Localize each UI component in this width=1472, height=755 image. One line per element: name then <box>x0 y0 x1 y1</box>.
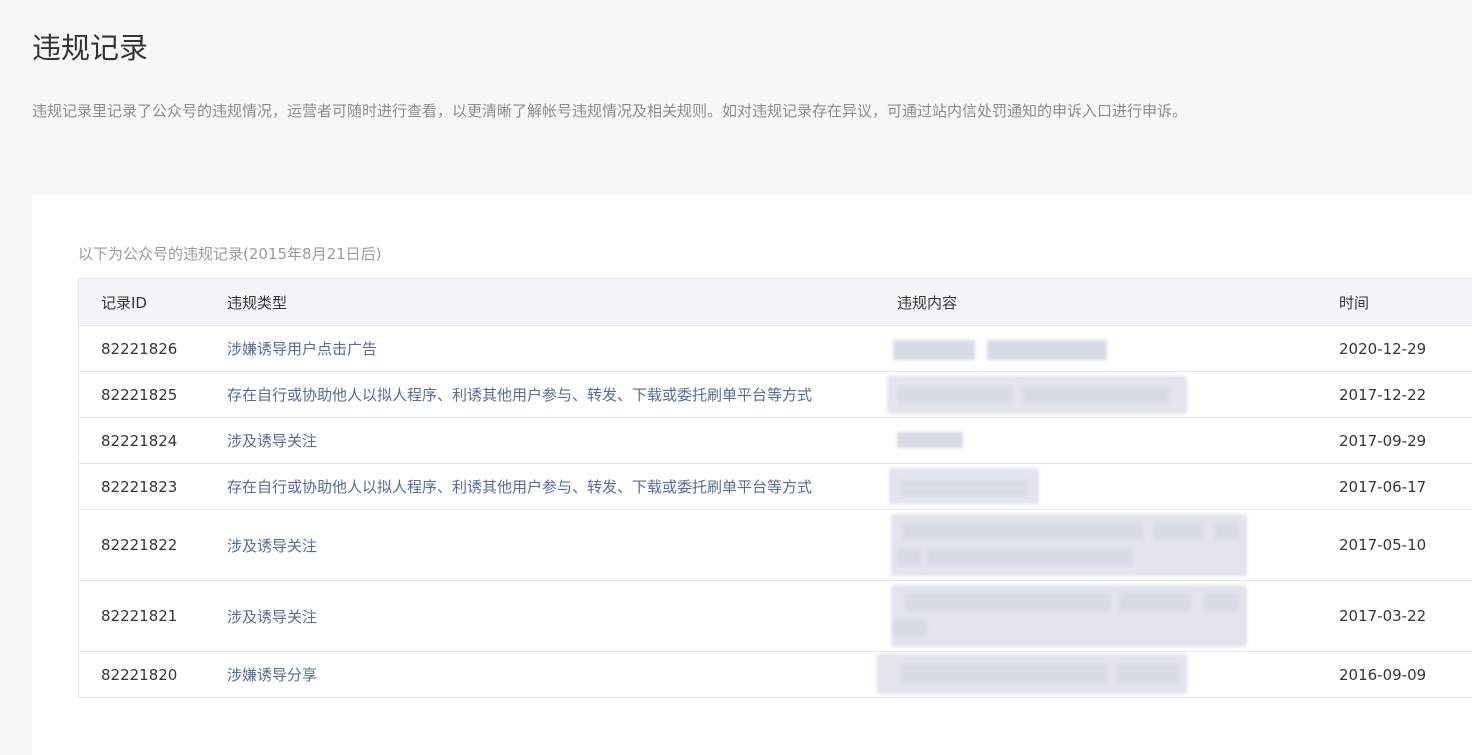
violation-content-redacted <box>877 652 1317 697</box>
record-id: 82221822 <box>101 536 178 554</box>
table-row: 82221820 涉嫌诱导分享 2016-09-09 <box>79 652 1472 697</box>
violation-type-link[interactable]: 涉及诱导关注 <box>203 430 897 451</box>
table-row: 82221826 涉嫌诱导用户点击广告 2020-12-29 <box>79 326 1472 372</box>
record-id: 82221824 <box>101 431 178 450</box>
table-row: 82221822 涉及诱导关注 2017-05-10 <box>79 510 1472 581</box>
violation-type-link[interactable]: 涉及诱导关注 <box>203 535 897 556</box>
record-id: 82221825 <box>101 385 178 404</box>
table-row: 82221821 涉及诱导关注 2017-03-22 <box>79 581 1472 652</box>
violation-type-link[interactable]: 存在自行或协助他人以拟人程序、利诱其他用户参与、转发、下载或委托刷单平台等方式 <box>203 384 897 405</box>
record-time: 2017-03-22 <box>1339 607 1427 625</box>
table-row: 82221824 涉及诱导关注 2017-09-29 <box>79 418 1472 464</box>
table-row: 82221825 存在自行或协助他人以拟人程序、利诱其他用户参与、转发、下载或委… <box>79 372 1472 418</box>
violation-type-link[interactable]: 存在自行或协助他人以拟人程序、利诱其他用户参与、转发、下载或委托刷单平台等方式 <box>203 476 897 497</box>
record-id: 82221821 <box>101 607 178 625</box>
header-type: 违规类型 <box>227 293 288 312</box>
violation-type-link[interactable]: 涉嫌诱导分享 <box>203 664 897 685</box>
violation-type-link[interactable]: 涉及诱导关注 <box>203 606 897 627</box>
record-time: 2017-12-22 <box>1339 385 1427 404</box>
violation-content-redacted <box>897 418 1317 463</box>
record-time: 2017-09-29 <box>1339 431 1427 450</box>
record-id: 82221826 <box>101 339 178 358</box>
records-card: 以下为公众号的违规记录(2015年8月21日后) 记录ID 违规类型 违规内容 … <box>32 195 1472 755</box>
header-content: 违规内容 <box>897 293 958 312</box>
record-time: 2017-06-17 <box>1339 477 1427 496</box>
record-id: 82221820 <box>101 665 178 684</box>
record-id: 82221823 <box>101 477 178 496</box>
record-time: 2017-05-10 <box>1339 536 1427 554</box>
violation-content-redacted <box>891 510 1317 580</box>
header-id: 记录ID <box>101 293 147 312</box>
table-row: 82221823 存在自行或协助他人以拟人程序、利诱其他用户参与、转发、下载或委… <box>79 464 1472 510</box>
violation-content-redacted <box>893 326 1317 371</box>
header-time: 时间 <box>1339 293 1370 312</box>
violation-table: 记录ID 违规类型 违规内容 时间 82221826 涉嫌诱导用户点击广告 20… <box>78 278 1472 698</box>
violation-content-redacted <box>889 464 1317 509</box>
record-time: 2020-12-29 <box>1339 339 1427 358</box>
violation-content-redacted <box>891 581 1317 651</box>
table-header: 记录ID 违规类型 违规内容 时间 <box>79 279 1472 326</box>
page-description: 违规记录里记录了公众号的违规情况，运营者可随时进行查看，以更清晰了解帐号违规情况… <box>32 102 1188 120</box>
table-caption: 以下为公众号的违规记录(2015年8月21日后) <box>78 245 382 263</box>
record-time: 2016-09-09 <box>1339 665 1427 684</box>
violation-content-redacted <box>887 372 1317 417</box>
page-title: 违规记录 <box>32 31 149 65</box>
violation-type-link[interactable]: 涉嫌诱导用户点击广告 <box>203 338 897 359</box>
